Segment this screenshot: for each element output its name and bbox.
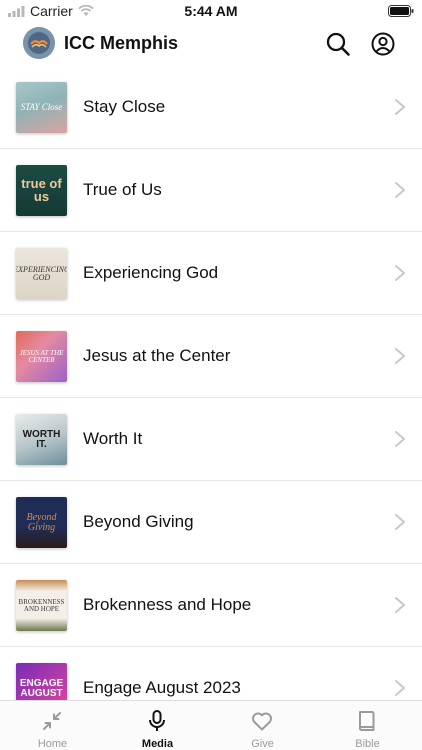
chevron-right-icon (395, 431, 405, 447)
app-title: ICC Memphis (64, 33, 179, 53)
series-row[interactable]: JESUS AT THE CENTER Jesus at the Center (0, 315, 422, 398)
series-thumbnail: ENGAGE AUGUST (16, 663, 67, 700)
media-series-list: STAY Close Stay Close true of us True of… (0, 66, 422, 700)
battery-icon (388, 4, 414, 22)
series-title: Engage August 2023 (83, 678, 241, 697)
thumbnail-text: true of us (21, 176, 62, 204)
tab-give[interactable]: Give (210, 701, 315, 750)
thumbnail-text: EXPERIENCING GOD (16, 264, 67, 282)
chevron-right-icon (395, 182, 405, 198)
series-thumbnail: WORTH IT. (16, 414, 67, 465)
account-button[interactable] (370, 31, 396, 57)
tab-home[interactable]: Home (0, 701, 105, 750)
series-row[interactable]: EXPERIENCING GOD Experiencing God (0, 232, 422, 315)
tab-label: Home (37, 738, 68, 750)
series-title: True of Us (83, 180, 162, 199)
series-title: Brokenness and Hope (83, 595, 252, 614)
series-row[interactable]: true of us True of Us (0, 149, 422, 232)
account-icon (371, 32, 395, 56)
thumbnail-text: STAY Close (20, 102, 63, 113)
series-thumbnail: EXPERIENCING GOD (16, 248, 67, 299)
tab-bible[interactable]: Bible (315, 701, 420, 750)
thumbnail-text: BROKENNESS AND HOPE (18, 597, 65, 613)
thumbnail-text: Beyond Giving (26, 512, 57, 533)
tab-label: Give (251, 738, 274, 750)
status-time: 5:44 AM (184, 3, 238, 19)
series-row[interactable]: ENGAGE AUGUST Engage August 2023 (0, 647, 422, 700)
chevron-right-icon (395, 680, 405, 696)
tab-media[interactable]: Media (105, 701, 210, 750)
series-row[interactable]: STAY Close Stay Close (0, 66, 422, 149)
status-bar: Carrier 5:44 AM (0, 0, 422, 22)
thumbnail-text: JESUS AT THE CENTER (19, 348, 64, 364)
app-header: ICC Memphis (0, 22, 422, 66)
series-thumbnail: BROKENNESS AND HOPE (16, 580, 67, 631)
chevron-right-icon (395, 597, 405, 613)
series-thumbnail: STAY Close (16, 82, 67, 133)
series-title: Beyond Giving (83, 512, 194, 531)
collapse-arrows-icon (43, 712, 61, 730)
chevron-right-icon (395, 265, 405, 281)
church-logo-icon[interactable] (23, 27, 55, 59)
chevron-right-icon (395, 514, 405, 530)
search-icon (326, 32, 350, 56)
chevron-right-icon (395, 348, 405, 364)
series-thumbnail: Beyond Giving (16, 497, 67, 548)
book-icon (359, 711, 375, 731)
heart-icon (252, 712, 272, 731)
series-title: Stay Close (83, 97, 166, 116)
search-button[interactable] (325, 31, 351, 57)
series-title: Jesus at the Center (83, 346, 231, 365)
tab-label: Bible (355, 738, 380, 750)
series-title: Worth It (83, 429, 143, 448)
thumbnail-text: ENGAGE AUGUST (19, 678, 64, 699)
series-thumbnail: true of us (16, 165, 67, 216)
tab-bar: Home Media Give Bible (0, 700, 422, 750)
series-row[interactable]: BROKENNESS AND HOPE Brokenness and Hope (0, 564, 422, 647)
microphone-icon (149, 710, 165, 731)
series-thumbnail: JESUS AT THE CENTER (16, 331, 67, 382)
thumbnail-text: WORTH IT. (22, 429, 61, 450)
tab-label: Media (141, 738, 174, 750)
chevron-right-icon (395, 99, 405, 115)
series-title: Experiencing God (83, 263, 219, 282)
series-row[interactable]: Beyond Giving Beyond Giving (0, 481, 422, 564)
series-row[interactable]: WORTH IT. Worth It (0, 398, 422, 481)
